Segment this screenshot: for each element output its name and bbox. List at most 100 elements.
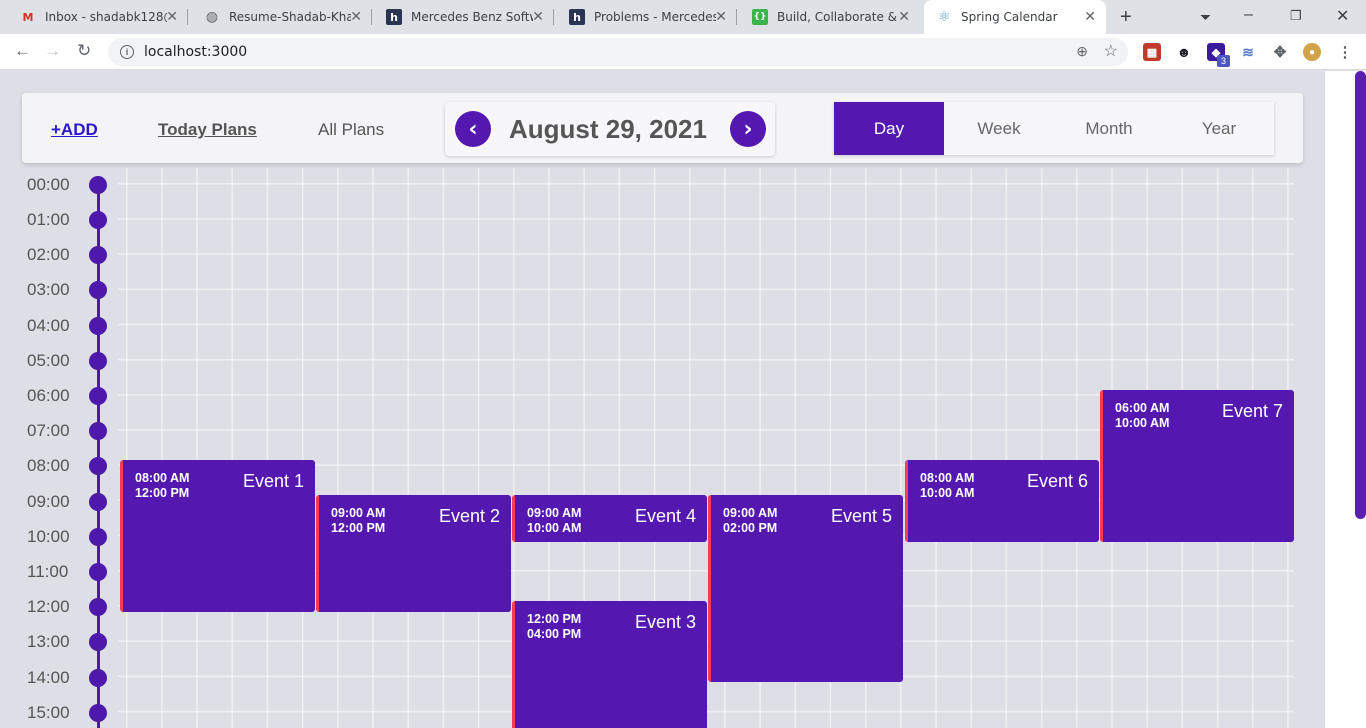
- event-name: Event 5: [830, 506, 892, 526]
- hour-label: 07:00: [27, 421, 70, 440]
- tab-problems[interactable]: h Problems - Mercedes Benz ✕: [549, 0, 737, 34]
- hour-dot: [89, 176, 107, 194]
- event-card[interactable]: 09:00 AM 02:00 PM Event 5: [708, 495, 903, 682]
- event-start: 09:00 AM: [527, 506, 582, 520]
- extension-octocat-icon[interactable]: ☻: [1175, 43, 1193, 61]
- hour-label: 02:00: [27, 245, 70, 264]
- event-times: 08:00 AM 12:00 PM: [135, 471, 189, 501]
- view-month-button[interactable]: Month: [1054, 102, 1164, 155]
- gmail-icon: M: [22, 10, 34, 24]
- close-icon[interactable]: ✕: [898, 9, 910, 25]
- hour-label: 05:00: [27, 351, 70, 370]
- event-name: Event 1: [242, 471, 304, 491]
- close-icon[interactable]: ✕: [532, 9, 544, 25]
- hour-label: 12:00: [27, 597, 70, 616]
- tab-gmail[interactable]: M Inbox - shadabk128@gmail.com ✕: [0, 0, 188, 34]
- event-start: 08:00 AM: [135, 471, 190, 485]
- current-date: August 29, 2021: [509, 114, 707, 144]
- view-day-button[interactable]: Day: [834, 102, 944, 155]
- tab-title: Mercedes Benz Software: [411, 10, 533, 24]
- event-name: Event 4: [634, 506, 696, 526]
- view-week-button[interactable]: Week: [944, 102, 1054, 155]
- info-icon[interactable]: i: [120, 45, 134, 59]
- chevron-right-icon[interactable]: ›: [730, 111, 766, 147]
- hour-row: 01:00: [0, 210, 112, 230]
- reload-icon[interactable]: ↻: [77, 41, 91, 61]
- extension-lines-icon[interactable]: ≋: [1239, 43, 1257, 61]
- tab-search-icon[interactable]: ⏷: [1200, 9, 1211, 26]
- event-card[interactable]: 08:00 AM 12:00 PM Event 1: [120, 460, 315, 612]
- menu-kebab-icon[interactable]: ⋮: [1336, 43, 1354, 61]
- event-card[interactable]: 06:00 AM 10:00 AM Event 7: [1100, 390, 1294, 542]
- view-year-button[interactable]: Year: [1164, 102, 1274, 155]
- hour-row: 00:00: [0, 175, 112, 195]
- address-bar[interactable]: i localhost:3000 ⊕ ☆: [108, 38, 1128, 66]
- hour-row: 13:00: [0, 632, 112, 652]
- event-times: 09:00 AM 10:00 AM: [527, 506, 581, 536]
- extension-red-icon[interactable]: ▦: [1143, 43, 1161, 61]
- code-icon: {}: [752, 9, 768, 25]
- minimize-icon[interactable]: –: [1244, 6, 1253, 24]
- browser-tab-strip: M Inbox - shadabk128@gmail.com ✕ ◍ Resum…: [0, 0, 1366, 34]
- hour-row: 15:00: [0, 703, 112, 723]
- all-plans-link[interactable]: All Plans: [318, 120, 384, 140]
- event-card[interactable]: 08:00 AM 10:00 AM Event 6: [905, 460, 1099, 542]
- event-end: 02:00 PM: [723, 521, 778, 535]
- hour-dot: [89, 387, 107, 405]
- hour-dot: [89, 528, 107, 546]
- today-plans-link[interactable]: Today Plans: [158, 120, 257, 140]
- back-arrow-icon[interactable]: ←: [14, 41, 31, 61]
- hour-row: 05:00: [0, 351, 112, 371]
- hour-row: 03:00: [0, 280, 112, 300]
- tab-build[interactable]: {} Build, Collaborate & Integrate ✕: [732, 0, 920, 34]
- hour-dot: [89, 352, 107, 370]
- hour-label: 13:00: [27, 632, 70, 651]
- hour-row: 06:00: [0, 386, 112, 406]
- close-icon[interactable]: ✕: [1084, 9, 1096, 25]
- restore-icon[interactable]: ❐: [1290, 8, 1302, 24]
- extensions-puzzle-icon[interactable]: ✥: [1271, 43, 1289, 61]
- event-end: 04:00 PM: [527, 627, 582, 641]
- hour-row: 04:00: [0, 316, 112, 336]
- profile-avatar[interactable]: ●: [1303, 43, 1321, 61]
- zoom-icon[interactable]: ⊕: [1076, 43, 1088, 60]
- tab-spring-calendar[interactable]: ⚛ Spring Calendar ✕: [924, 0, 1106, 34]
- react-icon: ⚛: [937, 9, 951, 25]
- close-icon[interactable]: ✕: [715, 9, 727, 25]
- tab-title: Build, Collaborate & Integrate: [777, 10, 899, 24]
- hour-label: 03:00: [27, 280, 70, 299]
- forward-arrow-icon[interactable]: →: [44, 41, 61, 61]
- event-times: 09:00 AM 02:00 PM: [723, 506, 777, 536]
- tab-resume[interactable]: ◍ Resume-Shadab-Khan ✕: [184, 0, 372, 34]
- url-text[interactable]: localhost:3000: [144, 44, 247, 60]
- tab-title: Problems - Mercedes Benz: [594, 10, 716, 24]
- hour-label: 09:00: [27, 492, 70, 511]
- event-end: 10:00 AM: [1115, 416, 1170, 430]
- event-card[interactable]: 09:00 AM 12:00 PM Event 2: [316, 495, 511, 612]
- tab-mercedes-software[interactable]: h Mercedes Benz Software ✕: [366, 0, 554, 34]
- hour-row: 10:00: [0, 527, 112, 547]
- event-card[interactable]: 12:00 PM 04:00 PM Event 3: [512, 601, 707, 728]
- date-navigator: ‹ August 29, 2021 ›: [445, 102, 775, 156]
- hour-label: 04:00: [27, 316, 70, 335]
- close-icon[interactable]: ✕: [350, 9, 362, 25]
- page-scrollbar[interactable]: [1325, 71, 1366, 728]
- hour-row: 09:00: [0, 492, 112, 512]
- hour-dot: [89, 633, 107, 651]
- add-button[interactable]: +ADD: [51, 120, 98, 140]
- hour-label: 01:00: [27, 210, 70, 229]
- calendar-page: +ADD Today Plans All Plans ‹ August 29, …: [0, 71, 1325, 728]
- event-times: 09:00 AM 12:00 PM: [331, 506, 385, 536]
- scrollbar-thumb[interactable]: [1355, 71, 1366, 519]
- event-end: 10:00 AM: [527, 521, 582, 535]
- new-tab-plus-icon[interactable]: +: [1120, 6, 1132, 29]
- bookmark-star-icon[interactable]: ☆: [1104, 41, 1118, 61]
- close-icon[interactable]: ✕: [166, 9, 178, 25]
- event-card[interactable]: 09:00 AM 10:00 AM Event 4: [512, 495, 707, 542]
- window-close-icon[interactable]: ✕: [1336, 6, 1349, 26]
- calendar-header: +ADD Today Plans All Plans ‹ August 29, …: [22, 93, 1303, 163]
- hour-dot: [89, 281, 107, 299]
- hour-dot: [89, 598, 107, 616]
- chevron-left-icon[interactable]: ‹: [455, 111, 491, 147]
- hackerearth-icon: h: [569, 9, 585, 25]
